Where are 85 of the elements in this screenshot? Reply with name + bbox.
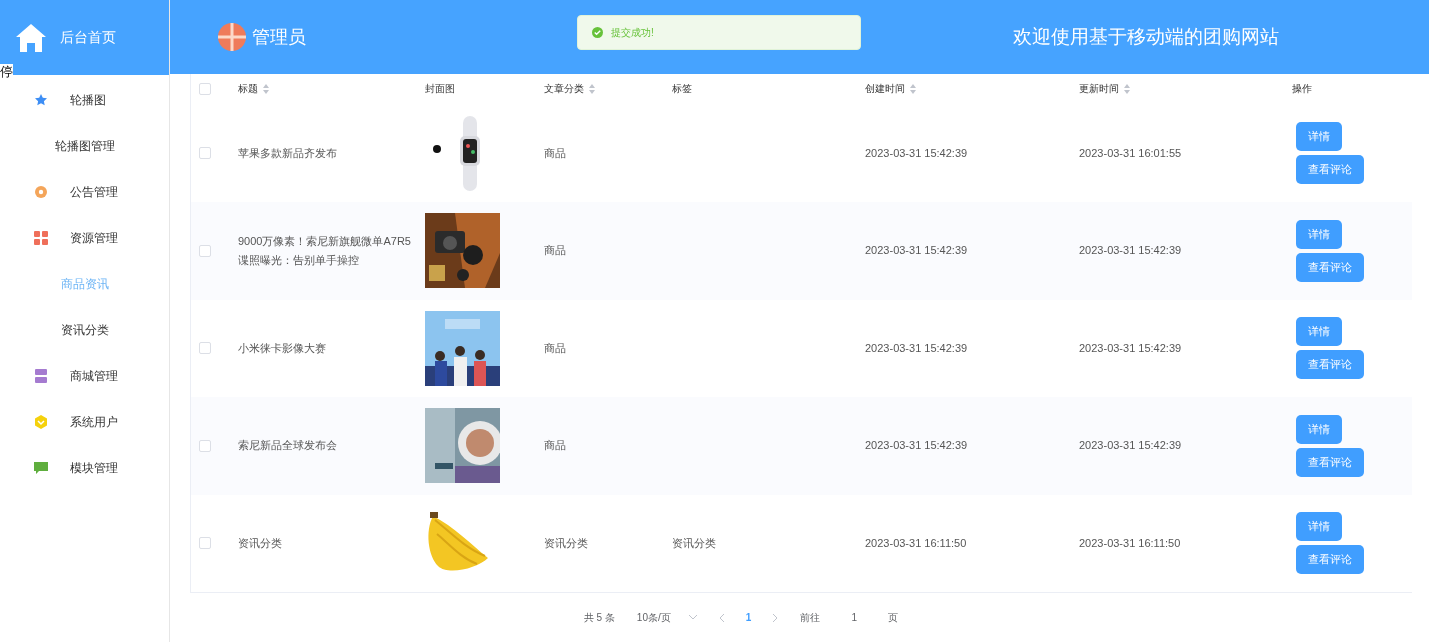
comments-button[interactable]: 查看评论 bbox=[1296, 447, 1364, 477]
menu-item[interactable]: 模块管理 bbox=[0, 445, 169, 491]
created-cell-text: 2023-03-31 15:42:39 bbox=[865, 145, 969, 161]
sort-icon[interactable] bbox=[589, 84, 595, 94]
prev-page-icon[interactable] bbox=[718, 613, 724, 622]
home-icon bbox=[16, 23, 46, 52]
submenu-item[interactable]: 资讯分类 bbox=[0, 307, 169, 353]
created-cell-text: 2023-03-31 15:42:39 bbox=[865, 340, 969, 356]
updated-cell-text: 2023-03-31 15:42:39 bbox=[1079, 438, 1183, 454]
column-header: 文章分类 bbox=[544, 82, 584, 96]
submenu-item[interactable]: 商品资讯 bbox=[0, 261, 169, 307]
column-header: 标题 bbox=[238, 82, 258, 96]
comments-button[interactable]: 查看评论 bbox=[1296, 252, 1364, 282]
details-button[interactable]: 详情 bbox=[1296, 219, 1342, 249]
comments-button[interactable]: 查看评论 bbox=[1296, 155, 1364, 185]
comments-button[interactable]: 查看评论 bbox=[1296, 545, 1364, 575]
comments-button[interactable]: 查看评论 bbox=[1296, 350, 1364, 380]
updated-cell-text: 2023-03-31 16:01:55 bbox=[1079, 145, 1183, 161]
message-icon bbox=[34, 461, 48, 475]
column-header: 封面图 bbox=[425, 82, 455, 96]
title-cell-text: 小米徕卡影像大赛 bbox=[238, 340, 327, 356]
row-checkbox[interactable] bbox=[199, 537, 211, 550]
sort-icon[interactable] bbox=[910, 84, 916, 94]
column-header: 标签 bbox=[672, 82, 692, 96]
title-cell-text: 9000万像素！索尼新旗舰微单A7R5谍照曝光：告别单手操控 bbox=[238, 233, 412, 268]
column-header: 操作 bbox=[1292, 82, 1312, 96]
menu-label: 系统用户 bbox=[70, 413, 118, 431]
menu-item[interactable]: 系统用户 bbox=[0, 399, 169, 445]
row-checkbox[interactable] bbox=[199, 439, 211, 452]
caret-icon bbox=[688, 615, 697, 620]
home-label: 后台首页 bbox=[60, 28, 116, 47]
updated-cell-text: 2023-03-31 15:42:39 bbox=[1079, 340, 1183, 356]
gear-icon bbox=[34, 185, 48, 199]
goto-label: 前往 bbox=[800, 610, 821, 625]
title-cell-text: 索尼新品全球发布会 bbox=[238, 438, 338, 454]
toast-text: 提交成功! bbox=[611, 25, 654, 40]
details-button[interactable]: 详情 bbox=[1296, 512, 1342, 542]
category-cell-text: 商品 bbox=[544, 243, 567, 259]
sort-icon[interactable] bbox=[1124, 84, 1130, 94]
overlay-text: 停 bbox=[0, 64, 13, 80]
menu-item[interactable]: 公告管理 bbox=[0, 169, 169, 215]
category-cell-text: 商品 bbox=[544, 340, 567, 356]
hexagon-icon bbox=[34, 415, 48, 429]
next-page-icon[interactable] bbox=[773, 613, 779, 622]
menu-label: 商城管理 bbox=[70, 367, 118, 385]
row-checkbox[interactable] bbox=[199, 244, 211, 257]
user-name[interactable]: 管理员 bbox=[252, 24, 306, 49]
sort-icon[interactable] bbox=[263, 84, 269, 94]
created-cell-text: 2023-03-31 16:11:50 bbox=[865, 535, 968, 551]
menu-label: 模块管理 bbox=[70, 459, 118, 477]
menu-label: 轮播图 bbox=[70, 91, 106, 109]
page-size-select[interactable]: 10条/页 bbox=[636, 610, 697, 625]
menu-item[interactable]: 轮播图 bbox=[0, 77, 169, 123]
submenu-item[interactable]: 轮播图管理 bbox=[0, 123, 169, 169]
tag-cell-text: 资讯分类 bbox=[672, 535, 717, 551]
created-cell-text: 2023-03-31 15:42:39 bbox=[865, 243, 969, 259]
column-header: 更新时间 bbox=[1079, 82, 1119, 96]
star-icon bbox=[34, 93, 48, 107]
page-number[interactable]: 1 bbox=[745, 612, 752, 623]
check-circle-icon bbox=[592, 27, 603, 38]
row-checkbox[interactable] bbox=[199, 147, 211, 160]
total-count: 共 5 条 bbox=[583, 610, 615, 625]
menu-label: 公告管理 bbox=[70, 183, 118, 201]
avatar-icon[interactable] bbox=[218, 22, 246, 51]
column-header: 创建时间 bbox=[865, 82, 905, 96]
details-button[interactable]: 详情 bbox=[1296, 317, 1342, 347]
page-suffix: 页 bbox=[888, 610, 899, 625]
site-title: 欢迎使用基于移动端的团购网站 bbox=[1013, 24, 1279, 49]
menu-label: 资源管理 bbox=[70, 229, 118, 247]
created-cell-text: 2023-03-31 15:42:39 bbox=[865, 438, 969, 454]
title-cell-text: 苹果多款新品齐发布 bbox=[238, 145, 338, 161]
row-checkbox[interactable] bbox=[199, 342, 211, 355]
updated-cell-text: 2023-03-31 16:11:50 bbox=[1079, 535, 1182, 551]
category-cell-text: 商品 bbox=[544, 438, 567, 454]
menu-item[interactable]: 资源管理 bbox=[0, 215, 169, 261]
category-cell-text: 商品 bbox=[544, 145, 567, 161]
category-cell-text: 资讯分类 bbox=[544, 535, 589, 551]
menu-item[interactable]: 商城管理 bbox=[0, 353, 169, 399]
grid-icon bbox=[34, 231, 48, 245]
title-cell-text: 资讯分类 bbox=[238, 535, 283, 551]
details-button[interactable]: 详情 bbox=[1296, 414, 1342, 444]
select-all-checkbox[interactable] bbox=[199, 83, 211, 95]
updated-cell-text: 2023-03-31 15:42:39 bbox=[1079, 243, 1183, 259]
details-button[interactable]: 详情 bbox=[1296, 122, 1342, 152]
drawer-icon bbox=[34, 369, 48, 383]
